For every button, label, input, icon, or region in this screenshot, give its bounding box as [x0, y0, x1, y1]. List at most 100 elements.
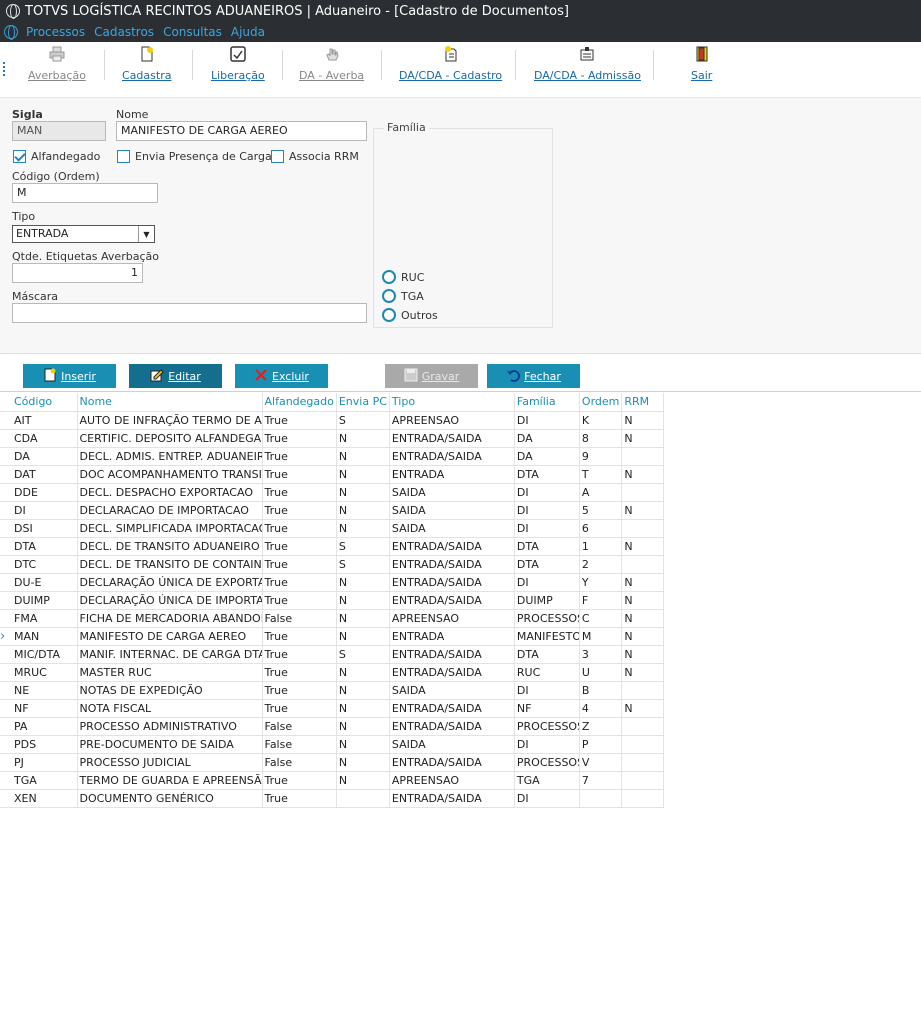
cell-rrm[interactable]: [621, 753, 665, 772]
excluir-button[interactable]: Excluir: [235, 364, 328, 388]
table-row[interactable]: PJ PROCESSO JUDICIAL False N ENTRADA/SAIDA PR…: [0, 753, 665, 772]
cell-codigo[interactable]: DTA: [12, 537, 78, 556]
cell-alfandegado[interactable]: False: [262, 609, 337, 628]
column-header-tipo[interactable]: Tipo: [389, 393, 515, 412]
cell-familia[interactable]: DI: [514, 483, 580, 502]
cell-codigo[interactable]: MIC/DTA: [12, 645, 78, 664]
cell-envia-pc[interactable]: N: [336, 663, 390, 682]
cell-familia[interactable]: DTA: [514, 555, 580, 574]
table-row[interactable]: MRUC MASTER RUC True N ENTRADA/SAIDA RUC U N: [0, 663, 665, 682]
cell-tipo[interactable]: APREENSAO: [389, 771, 515, 790]
cell-codigo[interactable]: PA: [12, 717, 78, 736]
cell-familia[interactable]: DI: [514, 681, 580, 700]
cell-codigo[interactable]: DTC: [12, 555, 78, 574]
cell-alfandegado[interactable]: True: [262, 663, 337, 682]
cell-envia-pc[interactable]: S: [336, 537, 390, 556]
cell-envia-pc[interactable]: N: [336, 753, 390, 772]
cell-ordem[interactable]: K: [579, 411, 623, 430]
cell-rrm[interactable]: N: [621, 465, 665, 484]
dacda-admissao-button[interactable]: DA/CDA - Admissão: [534, 44, 641, 84]
cell-envia-pc[interactable]: N: [336, 483, 390, 502]
table-row[interactable]: DI DECLARACAO DE IMPORTACAO True N SAIDA DI 5 N: [0, 501, 665, 520]
cell-nome[interactable]: DECL. DE TRANSITO ADUANEIRO: [77, 537, 263, 556]
cell-codigo[interactable]: MRUC: [12, 663, 78, 682]
table-row[interactable]: DTC DECL. DE TRANSITO DE CONTAINER True S EN…: [0, 555, 665, 574]
cell-envia-pc[interactable]: N: [336, 771, 390, 790]
liberacao-button[interactable]: Liberação: [211, 44, 265, 84]
cell-familia[interactable]: DI: [514, 735, 580, 754]
cell-envia-pc[interactable]: N: [336, 609, 390, 628]
cell-tipo[interactable]: ENTRADA/SAIDA: [389, 753, 515, 772]
cell-nome[interactable]: NOTA FISCAL: [77, 699, 263, 718]
cell-nome[interactable]: NOTAS DE EXPEDIÇÃO: [77, 681, 263, 700]
cell-nome[interactable]: DECLARAÇÃO ÚNICA DE EXPORTAÇÃO: [77, 573, 263, 592]
cell-rrm[interactable]: [621, 735, 665, 754]
cell-nome[interactable]: DECLARAÇÃO ÚNICA DE IMPORTAÇÃO: [77, 591, 263, 610]
cell-tipo[interactable]: APREENSAO: [389, 609, 515, 628]
menu-consultas[interactable]: Consultas: [163, 25, 222, 39]
cell-alfandegado[interactable]: True: [262, 465, 337, 484]
table-row[interactable]: DSI DECL. SIMPLIFICADA IMPORTACAO True N SAI…: [0, 519, 665, 538]
cell-rrm[interactable]: N: [621, 645, 665, 664]
cell-rrm[interactable]: [621, 555, 665, 574]
cell-alfandegado[interactable]: True: [262, 537, 337, 556]
table-row[interactable]: DDE DECL. DESPACHO EXPORTACAO True N SAIDA DI…: [0, 483, 665, 502]
cell-ordem[interactable]: P: [579, 735, 623, 754]
cell-nome[interactable]: CERTIFIC. DEPOSITO ALFANDEGADO: [77, 429, 263, 448]
cell-tipo[interactable]: ENTRADA/SAIDA: [389, 429, 515, 448]
cell-rrm[interactable]: N: [621, 627, 665, 646]
menu-ajuda[interactable]: Ajuda: [231, 25, 265, 39]
cell-alfandegado[interactable]: True: [262, 771, 337, 790]
cell-envia-pc[interactable]: N: [336, 699, 390, 718]
cell-familia[interactable]: DI: [514, 789, 580, 808]
codigo-input[interactable]: M: [12, 183, 158, 203]
cell-nome[interactable]: FICHA DE MERCADORIA ABANDONADA: [77, 609, 263, 628]
cell-envia-pc[interactable]: N: [336, 735, 390, 754]
cell-ordem[interactable]: A: [579, 483, 623, 502]
cell-tipo[interactable]: ENTRADA/SAIDA: [389, 555, 515, 574]
table-row[interactable]: DUIMPDECLARAÇÃO ÚNICA DE IMPORTAÇÃOTrueN…: [0, 591, 665, 610]
cell-tipo[interactable]: ENTRADA/SAIDA: [389, 663, 515, 682]
cell-nome[interactable]: PRE-DOCUMENTO DE SAIDA: [77, 735, 263, 754]
cell-ordem[interactable]: C: [579, 609, 623, 628]
qtde-input[interactable]: 1: [12, 263, 143, 283]
cell-familia[interactable]: TGA: [514, 771, 580, 790]
fechar-button[interactable]: Fechar: [487, 364, 580, 388]
cell-envia-pc[interactable]: N: [336, 627, 390, 646]
cell-envia-pc[interactable]: N: [336, 573, 390, 592]
column-header-rrm[interactable]: RRM: [621, 393, 665, 412]
cell-envia-pc[interactable]: [336, 789, 390, 808]
column-header-alfandegado[interactable]: Alfandegado: [262, 393, 337, 412]
cell-rrm[interactable]: N: [621, 609, 665, 628]
cell-ordem[interactable]: T: [579, 465, 623, 484]
cell-alfandegado[interactable]: True: [262, 447, 337, 466]
sigla-input[interactable]: MAN: [12, 121, 106, 141]
averbacao-button[interactable]: Averbação: [28, 44, 86, 84]
column-header-codigo[interactable]: Código: [12, 393, 78, 412]
cell-codigo[interactable]: DUIMP: [12, 591, 78, 610]
cell-codigo[interactable]: TGA: [12, 771, 78, 790]
cell-rrm[interactable]: N: [621, 411, 665, 430]
cell-ordem[interactable]: 2: [579, 555, 623, 574]
column-header-ordem[interactable]: Ordem: [579, 393, 623, 412]
table-row[interactable]: PDS PRE-DOCUMENTO DE SAIDA False N SAIDA DI P: [0, 735, 665, 754]
cell-codigo[interactable]: XEN: [12, 789, 78, 808]
table-row[interactable]: MIC/DTA MANIF. INTERNAC. DE CARGA DTA True…: [0, 645, 665, 664]
cell-codigo[interactable]: FMA: [12, 609, 78, 628]
mascara-input[interactable]: [12, 303, 367, 323]
cell-tipo[interactable]: ENTRADA/SAIDA: [389, 573, 515, 592]
table-row[interactable]: NE NOTAS DE EXPEDIÇÃO True N SAIDA DI B: [0, 681, 665, 700]
menu-cadastros[interactable]: Cadastros: [94, 25, 154, 39]
cell-ordem[interactable]: F: [579, 591, 623, 610]
cadastra-button[interactable]: Cadastra: [122, 44, 171, 84]
cell-tipo[interactable]: ENTRADA/SAIDA: [389, 717, 515, 736]
table-row[interactable]: DU-EDECLARAÇÃO ÚNICA DE EXPORTAÇÃOTrueNE…: [0, 573, 665, 592]
cell-familia[interactable]: DI: [514, 411, 580, 430]
table-row[interactable]: FMAFICHA DE MERCADORIA ABANDONADAFalseNA…: [0, 609, 665, 628]
cell-tipo[interactable]: ENTRADA/SAIDA: [389, 591, 515, 610]
cell-alfandegado[interactable]: True: [262, 645, 337, 664]
cell-familia[interactable]: PROCESSOS: [514, 609, 580, 628]
dacda-cadastro-button[interactable]: DA/CDA - Cadastro: [399, 44, 502, 84]
cell-nome[interactable]: DECL. DESPACHO EXPORTACAO: [77, 483, 263, 502]
cell-familia[interactable]: DTA: [514, 537, 580, 556]
